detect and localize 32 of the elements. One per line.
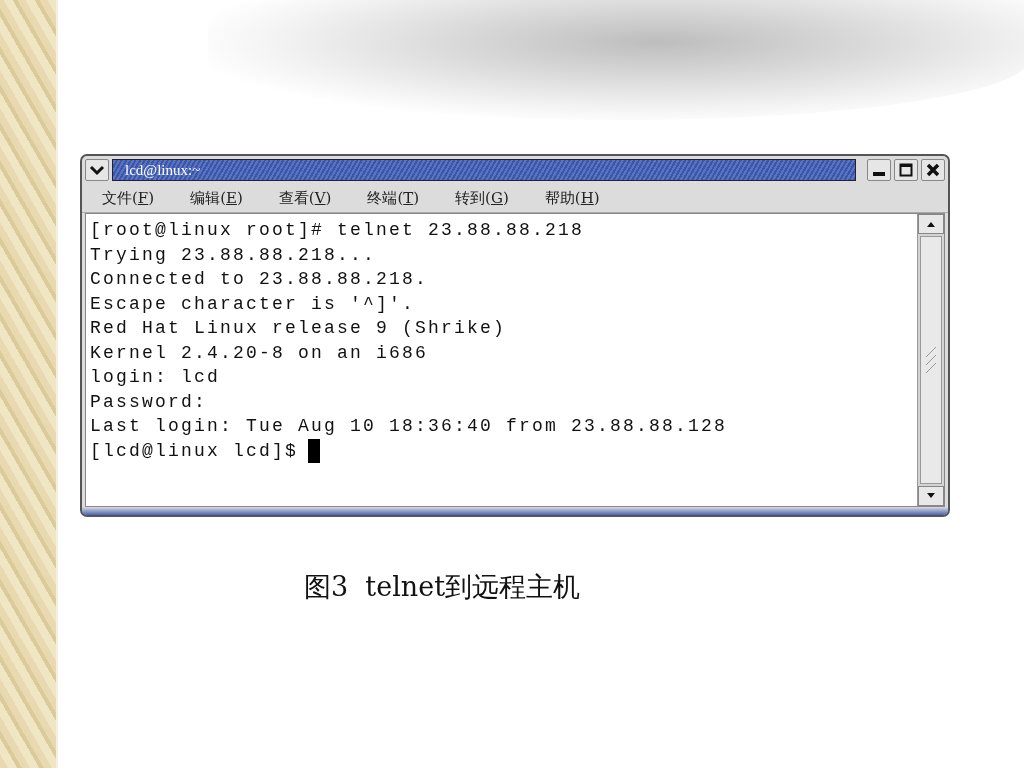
menu-item[interactable]: 帮助(H): [544, 189, 600, 208]
chevron-icon: [89, 164, 105, 176]
terminal-line: Password:: [90, 390, 209, 414]
terminal-line: [root@linux root]# telnet 23.88.88.218: [90, 219, 586, 242]
scroll-up-button[interactable]: [918, 214, 944, 234]
scroll-down-button[interactable]: [918, 486, 944, 506]
terminal-line: Kernel 2.4.20-8 on an i686: [90, 341, 430, 365]
window-title: lcd@linux:~: [125, 161, 201, 179]
maximize-button[interactable]: [894, 159, 918, 181]
close-button[interactable]: [921, 159, 945, 181]
terminal-line: Connected to 23.88.88.218.: [90, 268, 430, 291]
up-arrow-icon: [926, 220, 936, 228]
terminal-line: login: lcd: [90, 366, 222, 389]
maximize-icon: [899, 163, 913, 177]
terminal-line: Last login: Tue Aug 10 18:36:40 from 23.88.88.128: [90, 415, 729, 438]
text-cursor: [308, 438, 321, 463]
menu-item[interactable]: 编辑(E): [190, 189, 243, 208]
window-menu-button[interactable]: [85, 159, 109, 181]
minimize-icon: [873, 172, 885, 176]
minimize-button[interactable]: [867, 159, 891, 181]
figure-caption: 图3 telnet到远程主机: [304, 570, 581, 604]
terminal-line: Red Hat Linux release 9 (Shrike): [90, 317, 508, 340]
close-icon: [926, 163, 940, 177]
scrollbar[interactable]: [917, 214, 944, 506]
menu-item[interactable]: 文件(F): [102, 189, 155, 208]
menu-item[interactable]: 转到(G): [455, 189, 509, 208]
menu-item[interactable]: 终端(T): [367, 189, 420, 208]
terminal-prompt: [lcd@linux lcd]$: [90, 439, 299, 463]
terminal-line: Trying 23.88.88.218...: [90, 243, 378, 267]
terminal-line: Escape character is '^]'.: [90, 292, 417, 316]
menu-item[interactable]: 查看(V): [278, 189, 332, 208]
down-arrow-icon: [926, 492, 936, 500]
